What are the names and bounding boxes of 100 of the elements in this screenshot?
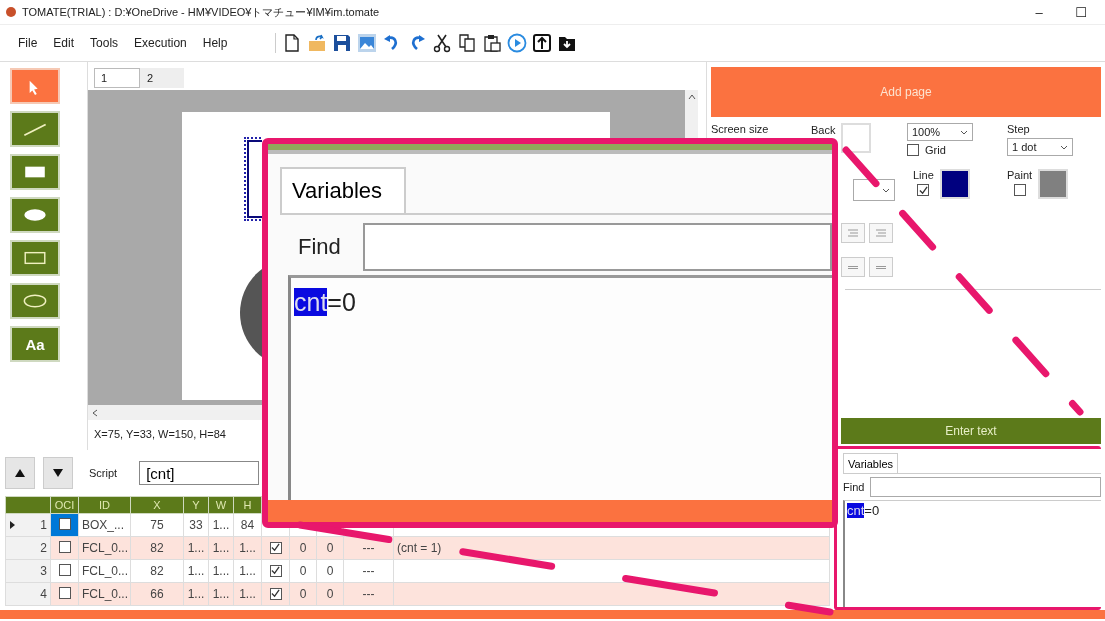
row-number[interactable]: 1: [5, 513, 51, 537]
align-bottom-icon: [876, 265, 886, 269]
row-number[interactable]: 2: [5, 536, 51, 560]
checkbox[interactable]: [1013, 184, 1026, 196]
table-cell: 1...: [208, 559, 234, 583]
move-down-button[interactable]: [43, 457, 73, 489]
open-folder-icon[interactable]: [307, 33, 328, 53]
tool-button[interactable]: [10, 68, 60, 104]
table-cell: 82: [130, 559, 184, 583]
menu-item[interactable]: Help: [194, 33, 236, 53]
rectangle-outline-icon: [24, 251, 46, 265]
tool-button[interactable]: [10, 197, 60, 233]
page-tab[interactable]: 1: [94, 68, 140, 88]
paint-color-swatch[interactable]: [1038, 169, 1069, 199]
align-center-icon: [848, 229, 858, 237]
column-header[interactable]: W: [208, 496, 234, 514]
tool-button[interactable]: [10, 111, 60, 147]
table-cell: ---: [362, 587, 375, 601]
up-triangle-icon: [14, 468, 26, 478]
align-button[interactable]: [869, 257, 893, 277]
scroll-up-icon[interactable]: [687, 94, 696, 100]
menu-item[interactable]: Tools: [82, 33, 127, 53]
variables-tab[interactable]: Variables: [843, 453, 899, 473]
screen-size-label: Screen size: [711, 123, 770, 137]
down-triangle-icon: [52, 468, 64, 478]
scissors-icon[interactable]: [432, 33, 453, 53]
checkbox[interactable]: [269, 564, 282, 577]
column-header[interactable]: OCI: [50, 496, 79, 514]
menu-item[interactable]: Edit: [45, 33, 83, 53]
move-up-button[interactable]: [5, 457, 35, 489]
find-field[interactable]: [870, 477, 1101, 497]
checkbox[interactable]: [58, 540, 71, 553]
checkbox[interactable]: [269, 587, 282, 600]
table-cell: 1...: [208, 513, 234, 537]
tool-button[interactable]: [10, 240, 60, 276]
table-cell: 1...: [233, 559, 262, 583]
selected-rectangle[interactable]: [244, 137, 262, 221]
align-right-icon: [876, 229, 886, 237]
table-cell: 1...: [183, 559, 209, 583]
rectangle-icon: [25, 166, 45, 178]
zoom-select[interactable]: 100%: [907, 123, 973, 141]
window-title: TOMATE(TRIAL) : D:¥OneDrive - HM¥VIDEO¥トマチュー¥IM¥im.tomate: [22, 4, 381, 20]
image-icon[interactable]: [357, 33, 378, 53]
width-select[interactable]: [853, 179, 895, 201]
checkbox[interactable]: [907, 144, 919, 156]
table-cell: BOX_...: [78, 513, 131, 537]
status-text: X=75, Y=33, W=150, H=84: [93, 427, 227, 440]
upload-icon[interactable]: [532, 33, 553, 53]
minimize-button[interactable]: –: [1021, 4, 1057, 20]
table-cell: 75: [130, 513, 184, 537]
tool-button[interactable]: [10, 283, 60, 319]
menu-item[interactable]: Execution: [126, 33, 195, 53]
line-color-swatch[interactable]: [939, 169, 970, 199]
menu-item[interactable]: File: [10, 33, 46, 53]
tool-button[interactable]: [10, 154, 60, 190]
column-header[interactable]: X: [130, 496, 184, 514]
table-cell: 0: [299, 564, 307, 578]
checkbox[interactable]: [58, 563, 71, 576]
line-label: Line: [913, 169, 934, 181]
page-tab[interactable]: 2: [140, 68, 161, 88]
table-cell: 0: [326, 541, 334, 555]
table-cell: ---: [362, 564, 375, 578]
table-cell: 33: [183, 513, 209, 537]
grid-label: Grid: [925, 144, 946, 156]
variables-tab[interactable]: Variables: [280, 167, 406, 213]
step-label: Step: [1007, 123, 1031, 135]
step-select[interactable]: 1 dot: [1007, 138, 1073, 156]
ellipse-outline-icon: [23, 294, 47, 308]
column-header[interactable]: ID: [78, 496, 131, 514]
table-cell: 0: [299, 541, 307, 555]
table-cell: 0: [326, 587, 334, 601]
paste-icon[interactable]: [482, 33, 503, 53]
save-icon[interactable]: [332, 33, 353, 53]
enter-text-button[interactable]: Enter text: [841, 418, 1101, 444]
find-label: Find: [298, 234, 341, 260]
script-field[interactable]: [cnt]: [139, 461, 260, 485]
table-cell: (cnt = 1): [397, 541, 442, 555]
checkbox[interactable]: [58, 586, 71, 599]
back-color-swatch[interactable]: [841, 123, 872, 153]
checkbox[interactable]: [917, 184, 930, 196]
paint-label: Paint: [1007, 169, 1033, 181]
maximize-button[interactable]: ☐: [1063, 4, 1099, 20]
copy-icon[interactable]: [457, 33, 478, 53]
play-icon[interactable]: [507, 33, 528, 53]
checkbox[interactable]: [269, 541, 282, 554]
table-cell: FCL_0...: [78, 559, 131, 583]
checkbox[interactable]: [58, 517, 71, 530]
text-tool-button[interactable]: Aa: [10, 326, 60, 362]
align-button[interactable]: [841, 257, 865, 277]
align-middle-icon: [848, 265, 858, 269]
find-field[interactable]: [362, 223, 832, 271]
row-number[interactable]: 3: [5, 559, 51, 583]
column-header[interactable]: Y: [183, 496, 209, 514]
table-cell: 0: [326, 564, 334, 578]
row-number[interactable]: 4: [5, 582, 51, 606]
ellipse-icon: [24, 209, 46, 221]
table-cell: 84: [233, 513, 262, 537]
column-header[interactable]: H: [233, 496, 262, 514]
table-cell: 0: [299, 587, 307, 601]
scroll-left-icon[interactable]: [92, 408, 98, 417]
